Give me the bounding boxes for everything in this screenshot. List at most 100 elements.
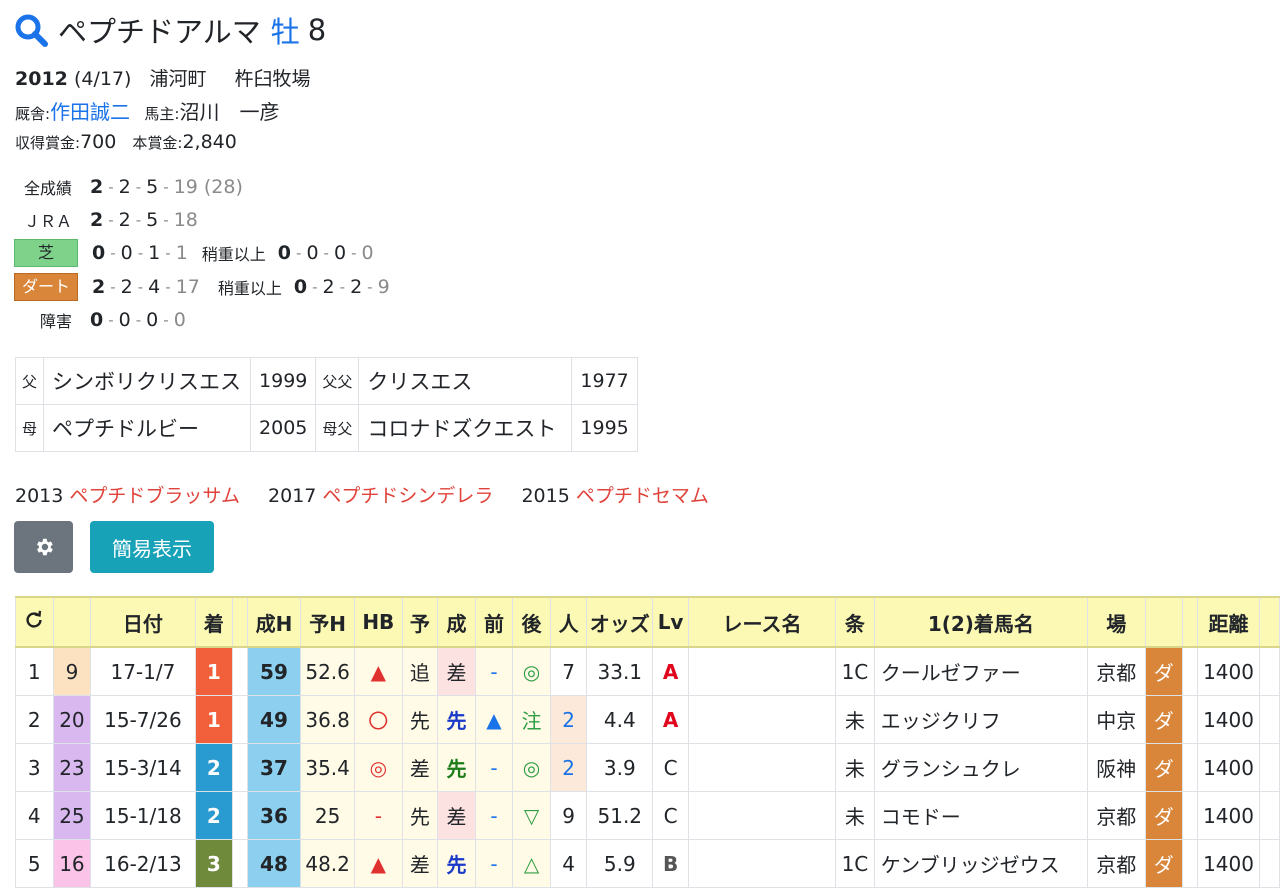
col-header[interactable] (52, 596, 92, 648)
result-style: 差 (437, 646, 476, 696)
winner-name[interactable]: クールゼファー (873, 646, 1089, 696)
condition: 未 (835, 695, 875, 744)
course: 中京 (1087, 695, 1146, 744)
table-row[interactable]: 5 16 16-2/13 3 48 48.2 ▲ 差先 - △ 4 5.9 B 1C ケンブリッジゼウス 京都… (15, 839, 1280, 888)
odds: 51.2 (586, 791, 654, 840)
finish-rank: 1 (194, 695, 234, 744)
sire-year: 1999 (250, 357, 317, 405)
sire-name[interactable]: シンボリクリスエス (43, 357, 252, 405)
track-type: ダ (1144, 791, 1184, 840)
gear-icon (36, 538, 53, 556)
popularity: 4 (549, 839, 588, 888)
heavy-seconds: 2 (322, 276, 335, 298)
record-dirt: ダート 2- 2- 4- 17 稍重以上 0- 2- 2- 9 (14, 273, 390, 301)
heavy-wins: 0 (293, 276, 308, 298)
result-h: 37 (246, 743, 302, 792)
col-header[interactable]: HB (354, 596, 403, 648)
spacer-cell (1182, 839, 1198, 888)
spacer-cell (232, 839, 248, 888)
popularity: 9 (549, 791, 588, 840)
col-header[interactable]: 距離 (1196, 596, 1261, 648)
sire-sire-label: 父父 (315, 357, 360, 405)
col-header[interactable]: 予H (300, 596, 356, 648)
col-header[interactable]: 人 (549, 596, 588, 648)
track-type: ダ (1144, 839, 1184, 888)
hb-mark: ◎ (354, 743, 403, 792)
progeny-link[interactable]: ペプチドブラッサム (69, 485, 240, 507)
race-name (687, 839, 837, 888)
thirds: 0 (146, 309, 159, 331)
race-name (687, 743, 837, 792)
col-header[interactable]: 成 (437, 596, 476, 648)
col-header[interactable]: Lv (652, 596, 689, 648)
col-header[interactable]: 着 (194, 596, 234, 648)
settings-button[interactable] (14, 521, 73, 573)
heavy-seconds: 0 (306, 242, 319, 264)
horse-sex: 牡 (270, 15, 300, 49)
winner-name[interactable]: ケンブリッジゼウス (873, 839, 1089, 888)
table-row[interactable]: 1 9 17-1/7 1 59 52.6 ▲ 追差 - ◎ 7 33.1 A 1C クールゼファー 京都ダ 14… (15, 646, 1280, 696)
col-header[interactable] (1182, 596, 1198, 648)
col-header[interactable]: 日付 (90, 596, 196, 648)
dam-name[interactable]: ペプチドルビー (43, 404, 252, 452)
simple-view-button[interactable]: 簡易表示 (90, 521, 214, 573)
winner-name[interactable]: エッジクリフ (873, 695, 1089, 744)
col-header[interactable] (1259, 596, 1280, 648)
table-row[interactable]: 4 25 15-1/18 2 36 25- 先差 - ▽ 9 51.2 C 未コモドー 京都ダ 1400 (15, 791, 1280, 840)
refresh-header[interactable] (15, 596, 54, 648)
progeny-link[interactable]: ペプチドセマム (576, 485, 709, 507)
col-header[interactable]: 条 (835, 596, 875, 648)
overflow-cell (1259, 646, 1280, 696)
race-date: 15-3/14 (90, 743, 196, 792)
winner-name[interactable]: グランシュクレ (873, 743, 1089, 792)
sire-sire-name[interactable]: クリスエス (358, 357, 573, 405)
col-header[interactable]: オッズ (586, 596, 654, 648)
horse-name: ペプチドアルマ (58, 15, 261, 49)
level: A (652, 646, 689, 696)
dam-label: 母 (14, 404, 45, 452)
col-header[interactable]: 場 (1087, 596, 1146, 648)
col-header[interactable]: 予 (401, 596, 439, 648)
popularity: 7 (549, 646, 588, 696)
row-number: 3 (15, 743, 54, 792)
col-header[interactable]: レース名 (687, 596, 837, 648)
col-header[interactable]: 成H (246, 596, 302, 648)
heavy-thirds: 2 (350, 276, 363, 298)
result-style: 差 (437, 791, 476, 840)
col-header[interactable]: 後 (512, 596, 551, 648)
odds: 5.9 (586, 839, 654, 888)
record-obstacle: 障害 0- 0- 0- 0 (14, 306, 186, 334)
race-date: 15-1/18 (90, 791, 196, 840)
dam-sire-name[interactable]: コロナドズクエスト (358, 404, 573, 452)
course: 京都 (1087, 839, 1146, 888)
back-mark: △ (512, 839, 551, 888)
progeny-link[interactable]: ペプチドシンデレラ (322, 485, 493, 507)
search-icon[interactable] (14, 13, 48, 47)
popularity: 2 (549, 743, 588, 792)
front-mark: - (474, 743, 514, 792)
col-header[interactable] (1144, 596, 1184, 648)
seconds: 2 (120, 276, 133, 298)
col-header[interactable] (232, 596, 248, 648)
row-number: 2 (15, 695, 54, 744)
col-header[interactable]: 前 (474, 596, 514, 648)
progeny-year: 2015 (521, 485, 570, 507)
winner-name[interactable]: コモドー (873, 791, 1089, 840)
spacer-cell (1182, 695, 1198, 744)
others: 0 (173, 309, 186, 331)
trainer-link[interactable]: 作田誠二 (50, 100, 130, 124)
dam-year: 2005 (250, 404, 317, 452)
table-row[interactable]: 3 23 15-3/14 2 37 35.4 ◎ 差先 - ◎ 2 3.9 C 未グランシュクレ 阪神ダ 14… (15, 743, 1280, 792)
prize-value-1: 700 (80, 131, 117, 153)
col-header[interactable]: 1(2)着馬名 (873, 596, 1089, 648)
prize-label-2: 本賞金: (132, 134, 183, 152)
hb-mark: 〇 (354, 695, 403, 744)
spacer-cell (232, 695, 248, 744)
record-jra: ＪＲＡ 2- 2- 5- 18 (14, 206, 198, 234)
table-row[interactable]: 2 20 15-7/26 1 49 36.8 〇先先 ▲ 注 2 4.4 A 未エッジクリフ 中京ダ 140… (15, 695, 1280, 744)
refresh-icon[interactable] (23, 609, 45, 631)
results-table-wrap: 日付 着 成H 予H HB 予 成 前 後 人 オッズ Lv レース名 条 1(… (15, 596, 1280, 893)
finish-rank: 1 (194, 646, 234, 696)
spacer-cell (232, 646, 248, 696)
odds: 4.4 (586, 695, 654, 744)
